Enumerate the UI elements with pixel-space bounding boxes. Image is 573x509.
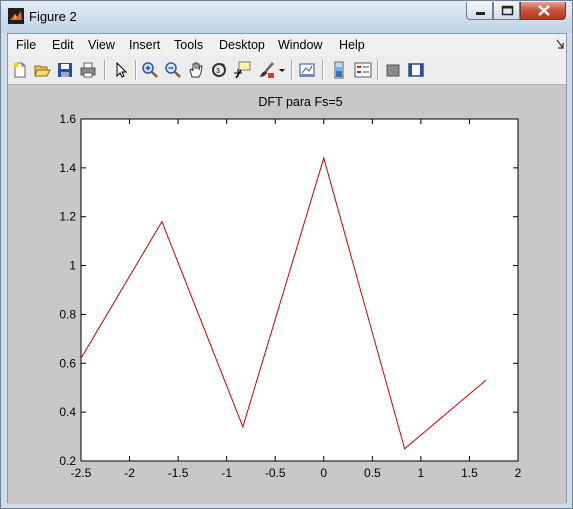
x-tick-label: -0.5 xyxy=(265,466,286,480)
toolbar-separator xyxy=(291,60,293,80)
data-point xyxy=(323,157,325,159)
menu-help[interactable]: Help xyxy=(339,38,365,52)
new-figure-icon[interactable] xyxy=(11,61,29,79)
menu-insert[interactable]: Insert xyxy=(129,38,160,52)
chart-svg[interactable]: -2.5 -2 -1.5 -1 -0.5 0 0.5 1 1.5 2 0.2 0.4 0.6 0.8 1 1.… xyxy=(8,85,566,504)
colorbar-icon[interactable] xyxy=(330,61,348,79)
y-tick-label: 0.2 xyxy=(59,454,76,468)
hide-plot-tools-icon[interactable] xyxy=(384,61,402,79)
data-point xyxy=(242,426,244,428)
title-bar[interactable]: Figure 2 xyxy=(1,1,572,33)
x-tick-label: 0.5 xyxy=(364,466,381,480)
x-tick-label: 0 xyxy=(320,466,327,480)
x-tick-label: 1 xyxy=(418,466,425,480)
menu-bar: File Edit View Insert Tools Desktop Wind… xyxy=(8,34,566,56)
data-point xyxy=(161,221,163,223)
data-cursor-icon[interactable] xyxy=(233,61,251,79)
menu-file[interactable]: File xyxy=(16,38,36,52)
y-tick-label: 1.4 xyxy=(59,161,76,175)
save-icon[interactable] xyxy=(56,61,74,79)
toolbar-separator xyxy=(135,60,137,80)
x-tick-label: -2 xyxy=(124,466,135,480)
y-tick-label: 1.2 xyxy=(59,210,76,224)
y-tick-label: 0.4 xyxy=(59,405,76,419)
link-plot-icon[interactable] xyxy=(298,61,316,79)
print-icon[interactable] xyxy=(79,61,97,79)
legend-icon[interactable] xyxy=(354,61,372,79)
menu-desktop[interactable]: Desktop xyxy=(219,38,265,52)
figure-canvas: DFT para Fs=5 -2.5 -2 -1.5 -1 -0.5 0 0.5 1 1.5 2 0… xyxy=(8,85,566,504)
minimize-icon xyxy=(476,12,485,15)
x-tick-label: -1 xyxy=(221,466,232,480)
x-tick-label: 1.5 xyxy=(461,466,478,480)
menu-tools[interactable]: Tools xyxy=(174,38,203,52)
zoom-out-icon[interactable] xyxy=(164,61,182,79)
data-point xyxy=(404,448,406,450)
show-plot-tools-icon[interactable] xyxy=(407,61,425,79)
svg-text:3: 3 xyxy=(216,68,220,75)
zoom-in-icon[interactable] xyxy=(141,61,159,79)
open-file-icon[interactable] xyxy=(33,61,51,79)
toolbar-separator xyxy=(377,60,379,80)
maximize-button[interactable] xyxy=(493,2,520,20)
maximize-icon xyxy=(501,5,514,16)
edit-plot-arrow-icon[interactable] xyxy=(112,61,130,79)
menubar-dock-arrow-icon[interactable] xyxy=(556,39,564,49)
x-tick-label: -2.5 xyxy=(71,466,92,480)
pan-hand-icon[interactable] xyxy=(187,61,205,79)
menu-window[interactable]: Window xyxy=(278,38,322,52)
axes-box xyxy=(80,118,519,462)
toolbar: 3 xyxy=(8,56,566,85)
minimize-button[interactable] xyxy=(466,2,493,20)
data-point xyxy=(485,379,487,381)
close-icon xyxy=(538,5,550,16)
y-tick-label: 0.8 xyxy=(59,307,76,321)
y-tick-label: 0.6 xyxy=(59,356,76,370)
y-tick-label: 1.6 xyxy=(59,112,76,126)
brush-dropdown-icon[interactable] xyxy=(278,61,286,79)
close-button[interactable] xyxy=(520,2,566,20)
y-tick-label: 1 xyxy=(69,259,76,273)
data-point xyxy=(80,357,82,359)
figure-window: Figure 2 File Edit View Insert Tools Des… xyxy=(0,0,573,509)
toolbar-separator xyxy=(322,60,324,80)
toolbar-separator xyxy=(104,60,106,80)
figure-client-area: File Edit View Insert Tools Desktop Wind… xyxy=(7,33,567,504)
rotate-3d-icon[interactable]: 3 xyxy=(210,61,228,79)
matlab-logo-icon xyxy=(8,8,24,24)
window-title: Figure 2 xyxy=(29,9,77,24)
brush-icon[interactable] xyxy=(258,61,276,79)
menu-view[interactable]: View xyxy=(88,38,115,52)
x-tick-label: 2 xyxy=(515,466,522,480)
x-tick-label: -1.5 xyxy=(168,466,189,480)
menu-edit[interactable]: Edit xyxy=(52,38,74,52)
